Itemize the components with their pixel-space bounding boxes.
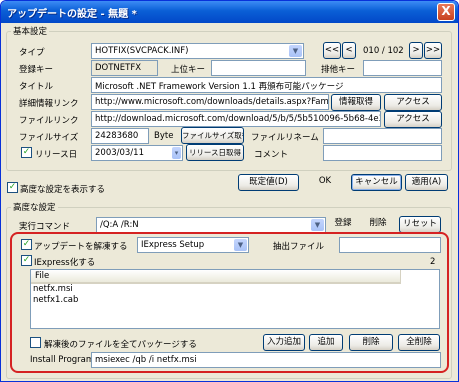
release-date-value: 2003/03/11 <box>95 148 144 158</box>
type-select[interactable]: HOTFIX(SVCPACK.INF) ▼ <box>91 43 304 59</box>
iexpress-checkbox[interactable]: ✓ <box>21 255 32 266</box>
extract-checkbox[interactable]: ✓ <box>21 239 32 250</box>
upperkey-label: 上位キー <box>171 65 206 75</box>
register-button[interactable]: 登録 <box>329 216 357 233</box>
chevron-down-icon: ▼ <box>289 45 302 57</box>
advanced-settings-legend: 高度な設定 <box>11 201 58 213</box>
exec-command-field[interactable]: /Q:A /R:N ▼ <box>96 217 326 233</box>
install-program-label: Install Program <box>30 355 95 365</box>
nav-prev-button[interactable]: < <box>342 42 356 59</box>
release-date-checkbox[interactable]: ✓ <box>21 147 32 158</box>
release-date-label: リリース日 <box>35 150 78 160</box>
add-button[interactable]: 追加 <box>309 334 343 351</box>
nav-first-button[interactable]: << <box>323 42 341 59</box>
default-button[interactable]: 既定値(D) <box>238 174 299 191</box>
chevron-down-icon: ▼ <box>234 239 247 251</box>
regkey-label: 登録キー <box>19 65 54 75</box>
show-advanced-checkbox[interactable]: ✓ <box>7 182 18 193</box>
file-column-header[interactable]: File <box>31 270 401 284</box>
type-select-value: HOTFIX(SVCPACK.INF) <box>95 46 189 56</box>
cancel-button[interactable]: キャンセル <box>351 174 402 191</box>
info-fetch-button[interactable]: 情報取得 <box>331 94 381 111</box>
input-add-button[interactable]: 入力追加 <box>263 334 305 351</box>
type-label: タイプ <box>19 48 45 58</box>
nav-next-button[interactable]: > <box>409 42 423 59</box>
delete-all-button[interactable]: 全削除 <box>398 334 440 351</box>
extract-type-value: IExpress Setup <box>141 240 205 250</box>
exclkey-field[interactable] <box>363 60 442 76</box>
chevron-down-icon: ▼ <box>311 219 324 231</box>
file-link-label: ファイルリンク <box>19 116 79 126</box>
file-size-field[interactable]: 24283680 <box>91 128 149 144</box>
ok-button[interactable]: OK <box>304 174 346 191</box>
close-button[interactable]: X <box>437 3 455 21</box>
comment-label: コメント <box>254 150 289 160</box>
release-date-picker[interactable]: 2003/03/11 ▾ <box>91 145 183 161</box>
upperkey-field[interactable] <box>211 60 306 76</box>
package-all-label: 解凍後のファイルを全てパッケージする <box>44 340 197 350</box>
list-item[interactable]: netfx.msi <box>31 284 439 295</box>
title-bar: アップデートの設定 - 無題 * X <box>1 1 458 23</box>
package-all-checkbox[interactable] <box>30 337 41 348</box>
install-program-field[interactable]: msiexec /qb /i netfx.msi <box>91 352 441 368</box>
release-date-fetch-button[interactable]: リリース日取得 <box>186 144 244 161</box>
access-button-2[interactable]: アクセス <box>384 111 442 128</box>
delete-button[interactable]: 削除 <box>362 216 394 233</box>
access-button-1[interactable]: アクセス <box>384 94 442 111</box>
file-size-fetch-button[interactable]: ファイルサイズ取得 <box>181 127 244 144</box>
file-size-label: ファイルサイズ <box>19 133 79 143</box>
extract-file-field[interactable] <box>339 237 441 253</box>
nav-last-button[interactable]: >> <box>424 42 442 59</box>
detail-link-label: 詳細情報リンク <box>19 99 79 109</box>
file-size-unit: Byte <box>154 131 174 141</box>
file-link-field[interactable]: http://download.microsoft.com/download/5… <box>91 111 381 127</box>
file-count: 2 <box>430 257 436 267</box>
list-item[interactable]: netfx1.cab <box>31 295 439 306</box>
apply-button[interactable]: 適用(A) <box>405 174 448 191</box>
detail-link-field[interactable]: http://www.microsoft.com/downloads/detai… <box>91 94 329 110</box>
delete-file-button[interactable]: 削除 <box>349 334 393 351</box>
extract-label: アップデートを解凍する <box>34 242 128 252</box>
nav-position: 010 / 102 <box>363 46 404 56</box>
exec-command-value: /Q:A /R:N <box>100 220 139 230</box>
file-rename-label: ファイルリネーム <box>251 133 319 143</box>
comment-field[interactable] <box>323 145 442 161</box>
extract-type-select[interactable]: IExpress Setup ▼ <box>137 237 249 253</box>
show-advanced-label: 高度な設定を表示する <box>20 185 106 195</box>
extract-file-label: 抽出ファイル <box>273 242 325 252</box>
exclkey-label: 排他キー <box>321 65 356 75</box>
window-title: アップデートの設定 - 無題 * <box>7 9 137 20</box>
iexpress-label: IExpress化する <box>34 258 96 268</box>
chevron-down-icon: ▾ <box>172 147 181 159</box>
settings-window: アップデートの設定 - 無題 * X 基本設定 タイプ HOTFIX(SVCPA… <box>0 0 459 382</box>
reset-button[interactable]: リセット <box>399 216 441 233</box>
title-field[interactable]: Microsoft .NET Framework Version 1.1 再頒布… <box>91 77 442 93</box>
exec-command-label: 実行コマンド <box>19 222 71 232</box>
title-label: タイトル <box>19 82 54 92</box>
basic-settings-legend: 基本設定 <box>11 25 50 37</box>
regkey-field[interactable]: DOTNETFX <box>91 60 158 76</box>
file-list[interactable]: File netfx.msi netfx1.cab <box>30 269 440 329</box>
file-rename-field[interactable] <box>323 128 442 144</box>
